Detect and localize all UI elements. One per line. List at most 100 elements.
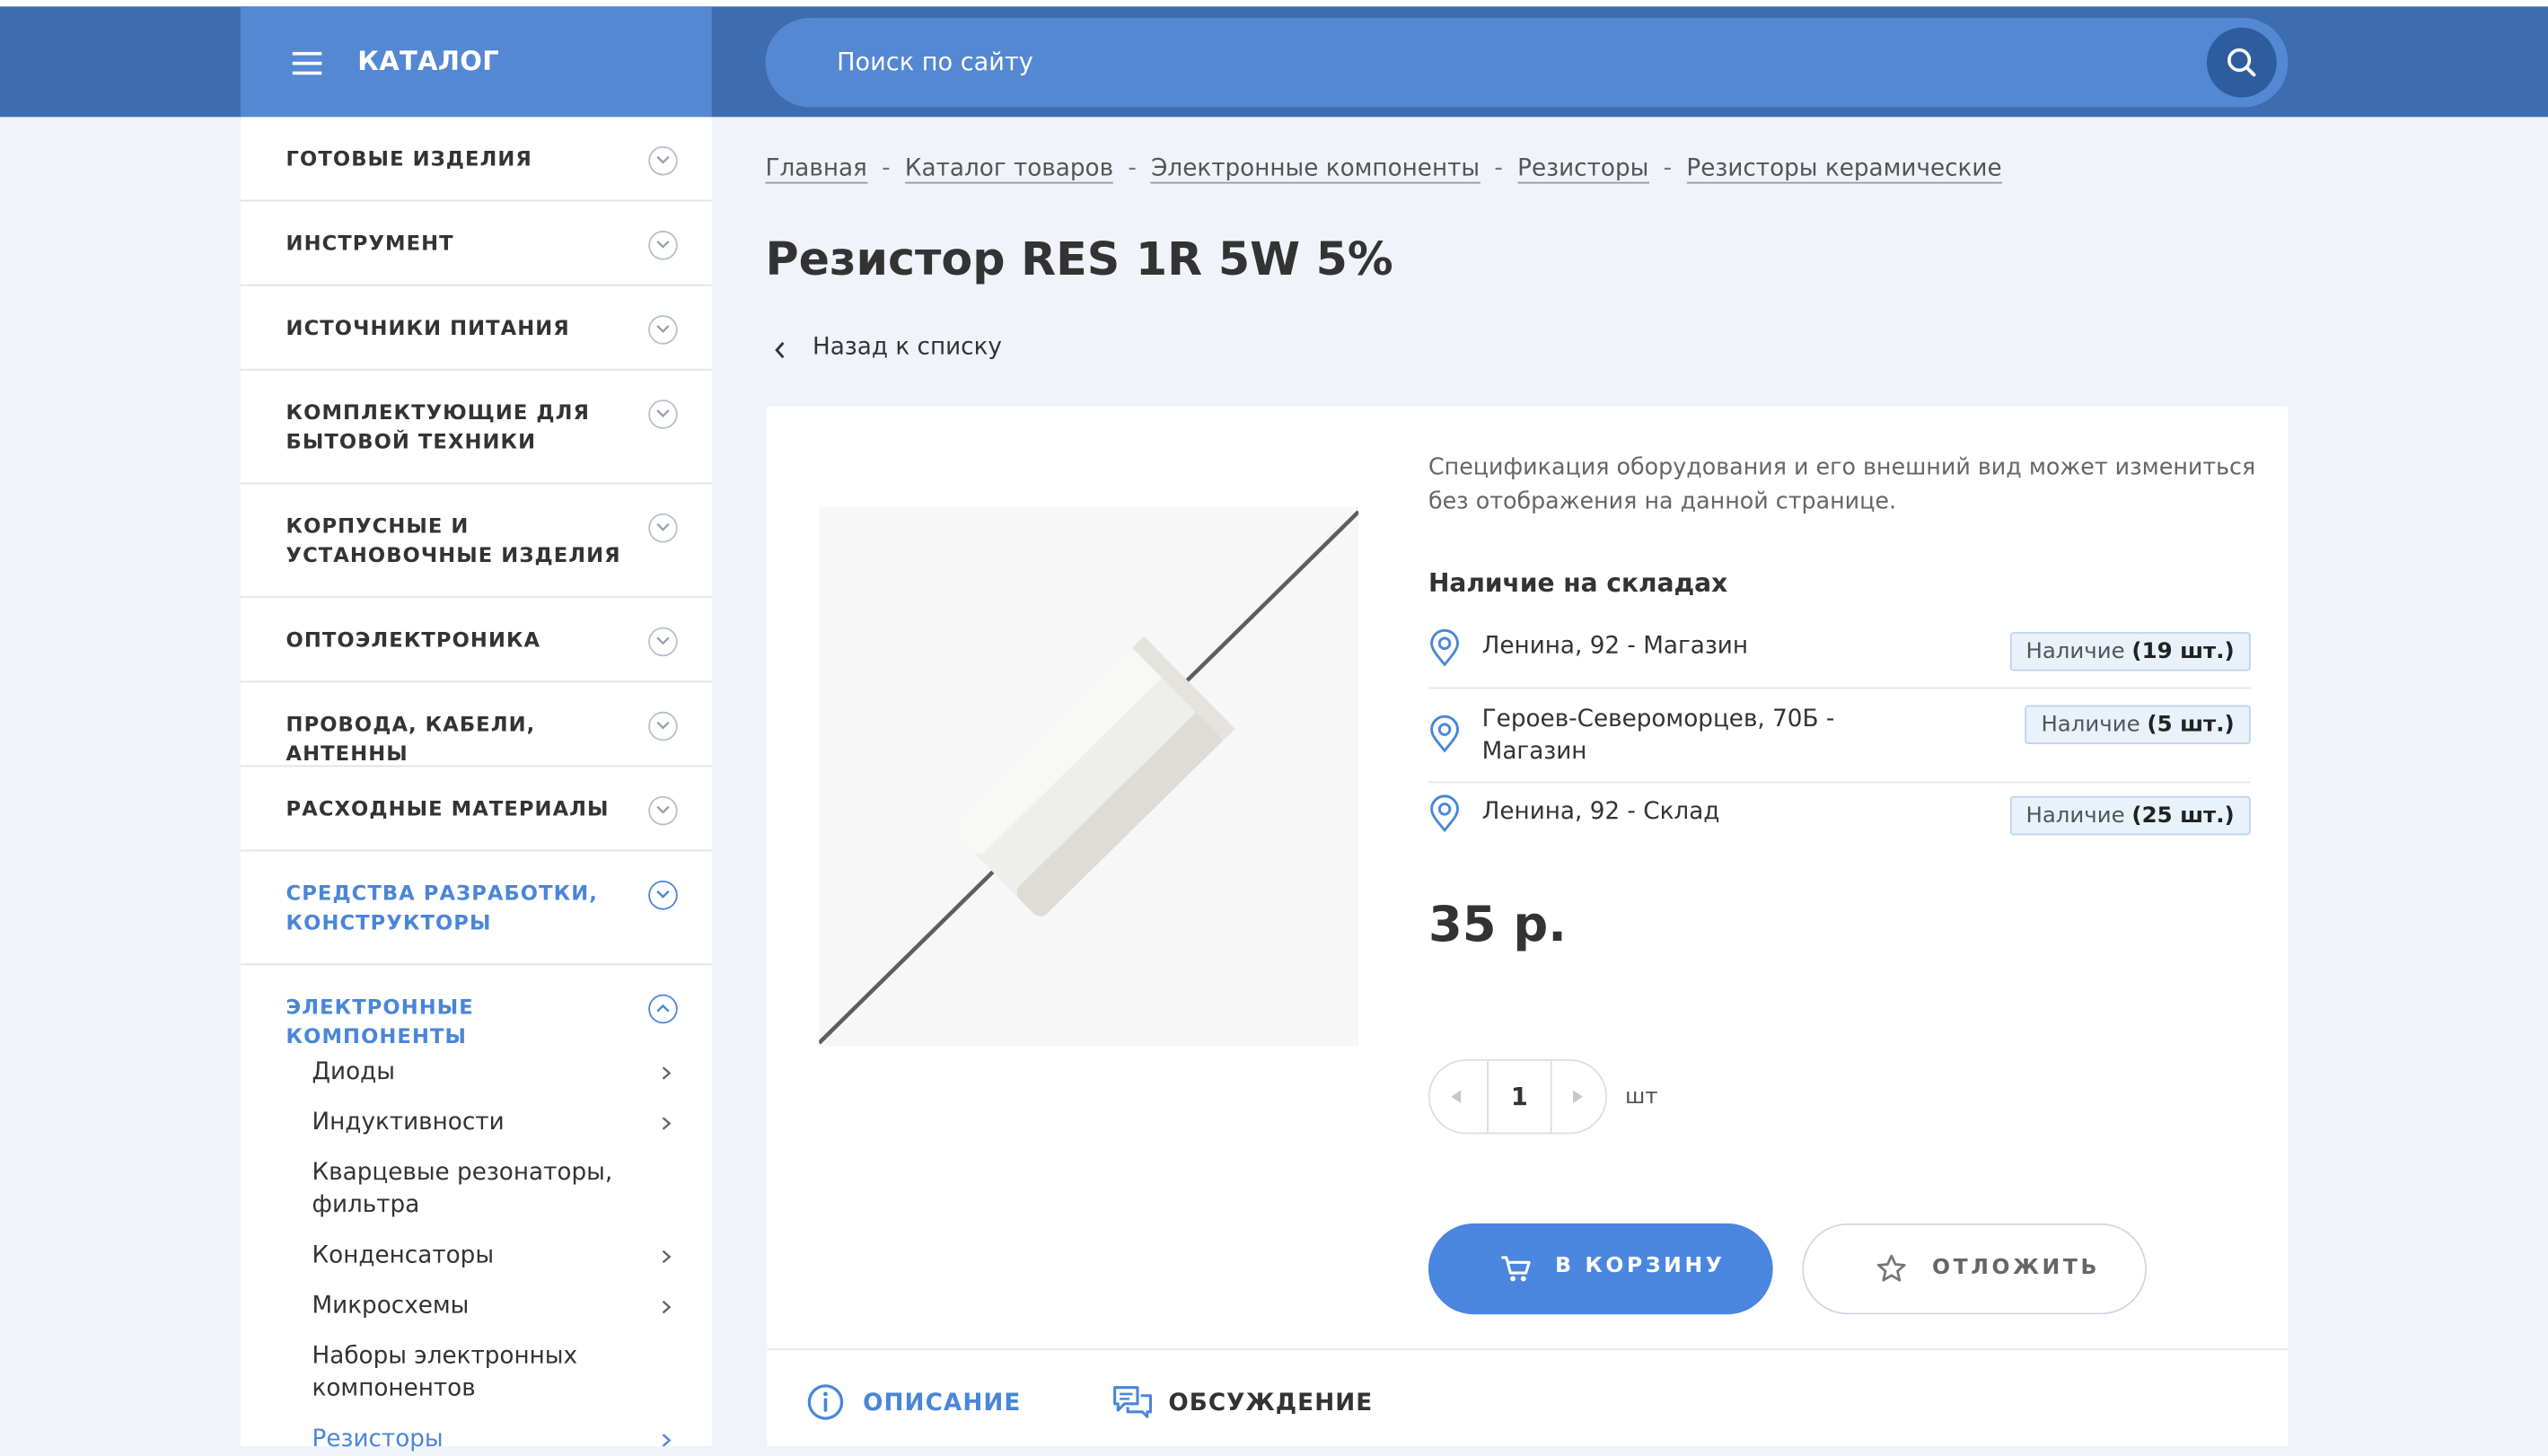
stock-status: Наличие (2025, 638, 2125, 665)
sidebar-subitem[interactable]: Диоды (312, 1056, 686, 1088)
top-strip (0, 0, 2548, 7)
sidebar-category-label: ИНСТРУМЕНТ (286, 231, 454, 256)
sidebar-category[interactable]: ИНСТРУМЕНТ (240, 201, 712, 286)
sidebar-subitem-label: Диоды (312, 1059, 396, 1086)
chevron-right-icon (662, 1117, 672, 1130)
quantity-unit: шт (1624, 1083, 1658, 1110)
product-card: Спецификация оборудования и его внешний … (767, 406, 2289, 1446)
location-pin-icon (1430, 628, 1459, 667)
stock-badge: Наличие (19 шт.) (2009, 632, 2251, 671)
chevron-down-icon[interactable] (648, 513, 678, 543)
sidebar-category[interactable]: ГОТОВЫЕ ИЗДЕЛИЯ (240, 117, 712, 202)
chevron-down-icon[interactable] (648, 315, 678, 345)
search-input[interactable]: Поиск по сайту (837, 47, 1033, 76)
quantity-increase-button[interactable] (1551, 1061, 1606, 1133)
card-divider (767, 1348, 2289, 1351)
search-button[interactable] (2206, 27, 2277, 98)
sidebar-category[interactable]: ОПТОЭЛЕКТРОНИКА (240, 598, 712, 683)
stock-status: Наличие (2041, 711, 2140, 738)
breadcrumb-link-electronic-components[interactable]: Электронные компоненты (1151, 155, 1480, 184)
chevron-right-icon (662, 1250, 672, 1264)
sidebar-category[interactable]: ИСТОЧНИКИ ПИТАНИЯ (240, 286, 712, 371)
sidebar-subitem[interactable]: Индуктивности (312, 1107, 686, 1139)
breadcrumb-link-resistors[interactable]: Резисторы (1517, 155, 1649, 184)
tab-discussion[interactable]: ОБСУЖДЕНИЕ (1111, 1382, 1372, 1428)
stock-badge: Наличие (5 шт.) (2025, 705, 2251, 744)
sidebar-subitem[interactable]: Резисторы (312, 1424, 686, 1456)
tab-discussion-label: ОБСУЖДЕНИЕ (1168, 1390, 1374, 1417)
stock-title: Наличие на складах (1428, 568, 1728, 599)
stock-quantity: (25 шт.) (2131, 803, 2235, 829)
sidebar-category[interactable]: КОРПУСНЫЕ И УСТАНОВОЧНЫЕ ИЗДЕЛИЯ (240, 484, 712, 599)
chevron-down-icon[interactable] (648, 627, 678, 657)
sidebar-subitem[interactable]: Кварцевые резонаторы, фильтра (312, 1157, 686, 1222)
search-icon (2227, 48, 2256, 77)
sidebar-category[interactable]: ПРОВОДА, КАБЕЛИ, АНТЕННЫ (240, 682, 712, 767)
sidebar-category-label: ГОТОВЫЕ ИЗДЕЛИЯ (286, 145, 532, 171)
breadcrumb-link-catalog[interactable]: Каталог товаров (904, 155, 1114, 184)
sidebar-subitem-label: Наборы электронных компонентов (312, 1343, 578, 1402)
sidebar-subitem-label: Резисторы (312, 1426, 444, 1453)
chevron-down-icon[interactable] (648, 145, 678, 176)
catalog-label: КАТАЛОГ (357, 45, 500, 77)
save-for-later-label: ОТЛОЖИТЬ (1932, 1256, 2101, 1281)
spec-note: Спецификация оборудования и его внешний … (1428, 454, 2256, 515)
sidebar-subitem-label: Индуктивности (312, 1110, 505, 1136)
add-to-cart-button[interactable]: В КОРЗИНУ (1428, 1223, 1773, 1315)
menu-icon[interactable] (292, 51, 322, 75)
back-link-label: Назад к списку (812, 334, 1002, 361)
sidebar-category[interactable]: КОМПЛЕКТУЮЩИЕ ДЛЯ БЫТОВОЙ ТЕХНИКИ (240, 371, 712, 485)
chevron-down-icon[interactable] (648, 231, 678, 260)
search-bar[interactable]: Поиск по сайту (765, 17, 2289, 108)
sidebar-subitem[interactable]: Наборы электронных компонентов (312, 1340, 686, 1405)
breadcrumb-separator: - (882, 155, 891, 182)
sidebar-category-label: ИСТОЧНИКИ ПИТАНИЯ (286, 315, 570, 340)
stock-quantity: (19 шт.) (2131, 638, 2235, 665)
chat-icon (1113, 1386, 1152, 1418)
breadcrumb-separator: - (1663, 155, 1673, 182)
quantity-decrease-button[interactable] (1430, 1061, 1486, 1133)
tab-description[interactable]: ОПИСАНИЕ (806, 1382, 1020, 1428)
star-icon (1876, 1254, 1906, 1282)
sidebar-subitem[interactable]: Конденсаторы (312, 1240, 686, 1272)
breadcrumb-separator: - (1494, 155, 1503, 182)
chevron-down-icon[interactable] (648, 399, 678, 429)
sidebar-subitem-label: Кварцевые резонаторы, фильтра (312, 1160, 613, 1219)
breadcrumb: Главная - Каталог товаров - Электронные комп… (765, 155, 2002, 184)
breadcrumb-link-home[interactable]: Главная (765, 155, 867, 184)
quantity-input[interactable] (1487, 1060, 1552, 1133)
save-for-later-button[interactable]: ОТЛОЖИТЬ (1802, 1223, 2147, 1315)
sidebar-category-label: ПРОВОДА, КАБЕЛИ, АНТЕННЫ (286, 711, 536, 765)
location-pin-icon (1430, 715, 1459, 753)
info-icon (807, 1384, 844, 1420)
sidebar-category-label: РАСХОДНЫЕ МАТЕРИАЛЫ (286, 795, 610, 821)
location-pin-icon (1430, 794, 1459, 833)
product-image (819, 506, 1359, 1047)
row-divider (1428, 687, 2251, 689)
chevron-left-icon (775, 341, 785, 359)
stock-address: Героев-Североморцев, 70Б - Магазин (1481, 706, 1835, 766)
sidebar-category[interactable]: СРЕДСТВА РАЗРАБОТКИ, КОНСТРУКТОРЫ (240, 851, 712, 966)
chevron-down-icon[interactable] (648, 880, 678, 910)
chevron-down-icon[interactable] (648, 711, 678, 741)
chevron-down-icon[interactable] (648, 795, 678, 826)
breadcrumb-link-ceramic-resistors[interactable]: Резисторы керамические (1686, 155, 2002, 184)
sidebar-category-label: СРЕДСТВА РАЗРАБОТКИ, КОНСТРУКТОРЫ (286, 880, 598, 934)
catalog-sidebar: ГОТОВЫЕ ИЗДЕЛИЯ ИНСТРУМЕНТ ИСТОЧНИКИ ПИТАН… (240, 117, 712, 1452)
sidebar-subitem-label: Микросхемы (312, 1293, 470, 1320)
sidebar-subitem[interactable]: Микросхемы (312, 1290, 686, 1322)
breadcrumb-separator: - (1128, 155, 1137, 182)
sidebar-category[interactable]: РАСХОДНЫЕ МАТЕРИАЛЫ (240, 767, 712, 852)
chevron-up-icon[interactable] (648, 994, 678, 1024)
sidebar-category-label: ЭЛЕКТРОННЫЕ КОМПОНЕНТЫ (286, 994, 474, 1048)
cart-icon (1501, 1256, 1531, 1282)
chevron-right-icon (662, 1434, 672, 1447)
sidebar-category[interactable]: ЭЛЕКТРОННЫЕ КОМПОНЕНТЫ (241, 965, 712, 1053)
triangle-right-icon (1573, 1090, 1583, 1103)
sidebar-category-label: ОПТОЭЛЕКТРОНИКА (286, 627, 541, 652)
triangle-left-icon (1451, 1090, 1462, 1103)
add-to-cart-label: В КОРЗИНУ (1555, 1254, 1726, 1279)
stock-status: Наличие (2025, 803, 2125, 829)
quantity-stepper (1428, 1059, 1608, 1135)
stock-badge: Наличие (25 шт.) (2009, 795, 2251, 836)
